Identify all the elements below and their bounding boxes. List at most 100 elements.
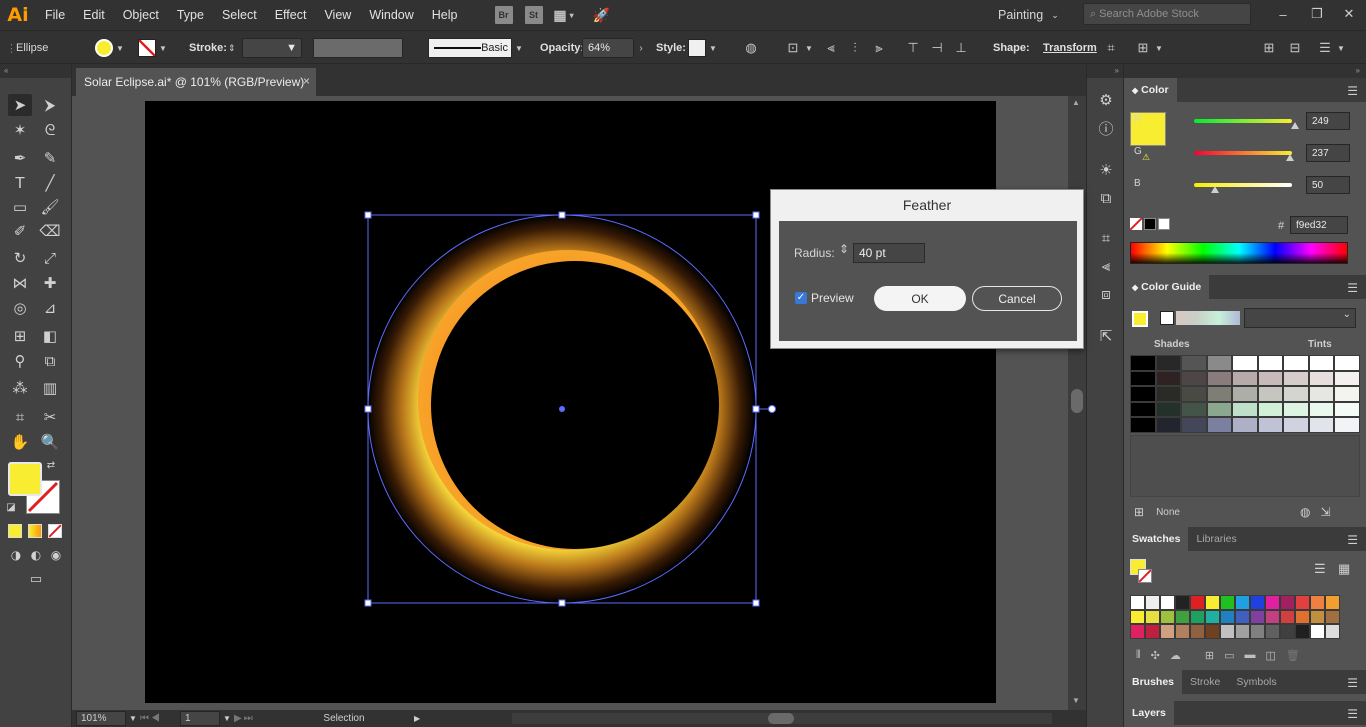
pie-widget-handle[interactable] bbox=[768, 405, 776, 413]
cloud-icon[interactable]: ☁ bbox=[1170, 649, 1181, 662]
stroke-weight-stepper[interactable]: ⇕ ▼ bbox=[228, 31, 302, 65]
color-guide-swatch[interactable] bbox=[1257, 417, 1283, 433]
stock-icon[interactable]: St bbox=[524, 6, 543, 24]
mesh-tool-icon[interactable]: ⊞ bbox=[8, 325, 32, 347]
chevron-down-icon[interactable]: ▼ bbox=[126, 714, 140, 723]
puppet-warp-tool-icon[interactable]: ✚ bbox=[38, 272, 62, 294]
swatch[interactable] bbox=[1250, 624, 1265, 639]
chevron-up-icon[interactable]: ▲ bbox=[1072, 98, 1080, 107]
color-guide-swatch[interactable] bbox=[1334, 401, 1360, 417]
menu-effect[interactable]: Effect bbox=[266, 0, 316, 30]
chevron-right-icon[interactable]: ▶ bbox=[414, 714, 428, 723]
moon-ellipse[interactable] bbox=[431, 261, 719, 549]
opacity-control[interactable]: 64% › bbox=[582, 31, 648, 65]
zoom-tool-icon[interactable]: 🔍 bbox=[38, 431, 62, 453]
swatch[interactable] bbox=[1265, 595, 1280, 610]
ok-button[interactable]: OK bbox=[874, 286, 966, 311]
swatch[interactable] bbox=[1130, 624, 1145, 639]
tab-color-guide[interactable]: ◆ Color Guide bbox=[1124, 275, 1210, 299]
panel-menu-icon[interactable]: ☰ bbox=[1347, 707, 1358, 721]
menu-view[interactable]: View bbox=[315, 0, 360, 30]
color-guide-swatch[interactable] bbox=[1308, 386, 1334, 402]
close-tab-icon[interactable]: × bbox=[303, 74, 310, 88]
swatch[interactable] bbox=[1205, 624, 1220, 639]
swatch[interactable] bbox=[1160, 624, 1175, 639]
red-slider[interactable]: R 249 bbox=[1134, 112, 1350, 132]
swatch[interactable] bbox=[1265, 624, 1280, 639]
minimize-button[interactable]: – bbox=[1266, 0, 1300, 28]
shape-builder-tool-icon[interactable]: ◎ bbox=[8, 297, 32, 319]
opacity-field[interactable]: 64% bbox=[582, 38, 634, 58]
close-window-button[interactable]: ✕ bbox=[1332, 0, 1366, 28]
menu-type[interactable]: Type bbox=[168, 0, 213, 30]
black-swatch[interactable] bbox=[1144, 218, 1156, 230]
color-guide-swatch[interactable] bbox=[1206, 370, 1232, 386]
blue-track[interactable] bbox=[1194, 183, 1292, 187]
stroke-weight-field[interactable]: ▼ bbox=[242, 38, 302, 58]
color-guide-swatch[interactable] bbox=[1334, 370, 1360, 386]
color-guide-swatch[interactable] bbox=[1232, 370, 1258, 386]
swatch[interactable] bbox=[1235, 609, 1250, 624]
swatch[interactable] bbox=[1280, 595, 1295, 610]
swatch[interactable] bbox=[1280, 624, 1295, 639]
color-guide-swatch[interactable] bbox=[1181, 386, 1207, 402]
color-mode-icon[interactable] bbox=[8, 524, 22, 538]
list-view-icon[interactable]: ☰ bbox=[1314, 561, 1326, 577]
swatch[interactable] bbox=[1205, 595, 1220, 610]
swatch[interactable] bbox=[1235, 595, 1250, 610]
green-value-field[interactable]: 237 bbox=[1306, 144, 1350, 162]
swatch[interactable] bbox=[1175, 624, 1190, 639]
swatch[interactable] bbox=[1325, 609, 1340, 624]
color-guide-grid[interactable] bbox=[1130, 355, 1360, 433]
horizontal-scroll-thumb[interactable] bbox=[768, 713, 794, 724]
brush-field[interactable]: Basic bbox=[428, 38, 512, 58]
swatch[interactable] bbox=[1160, 595, 1175, 610]
color-guide-swatch[interactable] bbox=[1308, 370, 1334, 386]
color-guide-swatch[interactable] bbox=[1232, 401, 1258, 417]
column-graph-tool-icon[interactable]: ▥ bbox=[38, 377, 62, 399]
cancel-button[interactable]: Cancel bbox=[972, 286, 1062, 311]
menu-object[interactable]: Object bbox=[114, 0, 168, 30]
swatch[interactable] bbox=[1130, 595, 1145, 610]
bridge-icon[interactable]: Br bbox=[494, 6, 513, 24]
export-icon[interactable]: ⇱ bbox=[1096, 326, 1116, 346]
stroke-color-control[interactable]: ▼ bbox=[138, 31, 170, 65]
selection-tool-icon[interactable]: ➤ bbox=[8, 94, 32, 116]
eyedropper-tool-icon[interactable]: ⚲ bbox=[8, 350, 32, 372]
color-guide-swatch[interactable] bbox=[1155, 417, 1181, 433]
gpu-performance-icon[interactable]: 🚀 bbox=[593, 6, 611, 24]
menu-file[interactable]: File bbox=[36, 0, 74, 30]
align-to-icon[interactable]: ⊡ ▼ bbox=[784, 31, 816, 65]
tab-layers[interactable]: Layers bbox=[1124, 701, 1174, 725]
base-color-swatch[interactable] bbox=[1132, 311, 1148, 327]
magic-wand-tool-icon[interactable]: ✶ bbox=[8, 119, 32, 141]
artboard-prev-icons[interactable]: ⏮◀ bbox=[140, 713, 180, 724]
draw-normal-icon[interactable]: ◑ bbox=[6, 546, 26, 564]
tab-swatches[interactable]: Swatches bbox=[1124, 527, 1189, 551]
color-guide-swatch[interactable] bbox=[1334, 417, 1360, 433]
delete-swatch-icon[interactable]: 🗑 bbox=[1286, 649, 1300, 662]
swatch[interactable] bbox=[1295, 609, 1310, 624]
blue-value-field[interactable]: 50 bbox=[1306, 176, 1350, 194]
red-track[interactable] bbox=[1194, 119, 1292, 123]
chevron-down-icon[interactable]: ▼ bbox=[220, 714, 234, 723]
align-top-icon[interactable]: ⊤ bbox=[904, 31, 922, 65]
tools-collapse-icon[interactable]: « bbox=[0, 64, 71, 78]
edit-colors-icon[interactable]: ◍ bbox=[1300, 505, 1310, 519]
red-value-field[interactable]: 249 bbox=[1306, 112, 1350, 130]
show-swatch-kinds-icon[interactable]: ⊞ bbox=[1205, 649, 1214, 662]
blue-slider[interactable]: B 50 bbox=[1134, 176, 1350, 196]
swatch[interactable] bbox=[1265, 609, 1280, 624]
slice-tool-icon[interactable]: ✂ bbox=[38, 406, 62, 428]
symbol-sprayer-tool-icon[interactable]: ⁂ bbox=[8, 377, 32, 399]
red-knob[interactable] bbox=[1291, 122, 1299, 129]
align-icon[interactable]: ⫷ bbox=[1096, 256, 1116, 276]
color-guide-swatch[interactable] bbox=[1308, 417, 1334, 433]
arrange-icon[interactable]: ⊞ bbox=[1260, 31, 1278, 65]
swatch[interactable] bbox=[1310, 609, 1325, 624]
arrange-documents-icon[interactable]: ▦ ▾ bbox=[553, 6, 573, 24]
green-knob[interactable] bbox=[1286, 154, 1294, 161]
color-guide-swatch[interactable] bbox=[1181, 355, 1207, 371]
fill-color-box[interactable] bbox=[8, 462, 42, 496]
color-guide-swatch[interactable] bbox=[1130, 401, 1156, 417]
